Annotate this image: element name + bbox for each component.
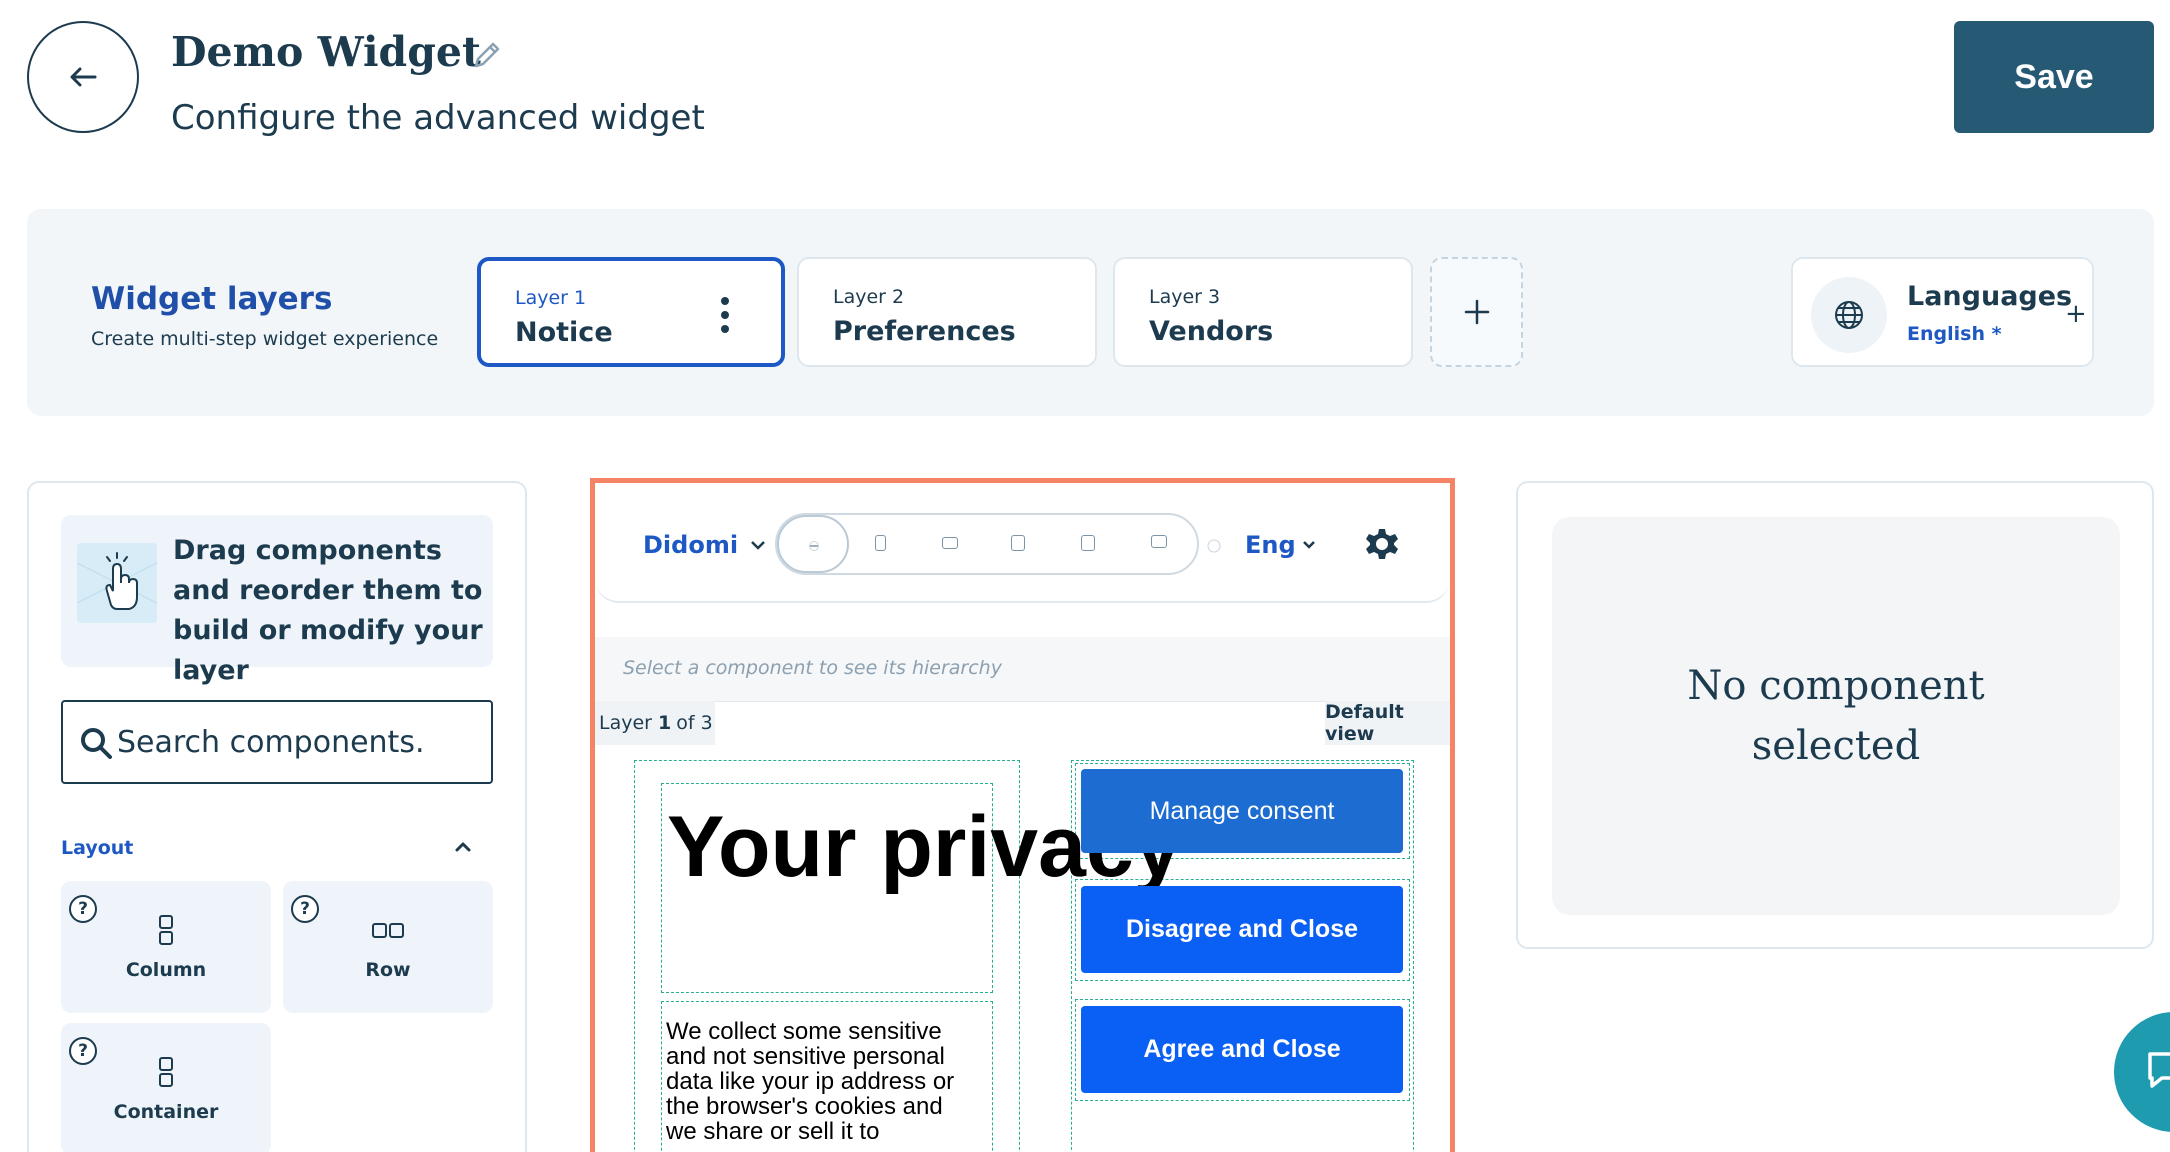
device-auto-button[interactable] xyxy=(777,515,849,573)
tablet-icon[interactable] xyxy=(1011,535,1025,551)
divider xyxy=(715,701,1325,745)
widget-layers-bar: Widget layers Create multi-step widget e… xyxy=(27,209,2154,416)
search-icon xyxy=(81,728,112,759)
layer-name: Vendors xyxy=(1149,316,1274,347)
preview-language-value: Eng xyxy=(1245,531,1296,559)
layers-title: Widget layers xyxy=(91,281,333,317)
empty-state-text: No component selected xyxy=(1687,663,1985,769)
help-icon[interactable]: ? xyxy=(291,895,319,923)
help-icon[interactable]: ? xyxy=(69,1037,97,1065)
search-input[interactable] xyxy=(117,716,477,768)
component-label: Column xyxy=(125,959,207,981)
layer-counter-suffix: of 3 xyxy=(676,712,713,734)
add-layer-button[interactable] xyxy=(1430,257,1523,367)
layer-number: Layer 2 xyxy=(833,286,905,308)
layers-subtitle: Create multi-step widget experience xyxy=(91,328,439,350)
drag-hint-card: Drag components and reorder them to buil… xyxy=(61,515,493,686)
widget-preview: Didomi Eng Select a component to see its… xyxy=(590,478,1455,1152)
page-title: Demo Widget xyxy=(171,28,481,76)
disagree-close-button[interactable]: Disagree and Close xyxy=(1081,886,1403,973)
languages-value: English * xyxy=(1907,323,2002,345)
layer-number: Layer 1 xyxy=(515,287,587,309)
component-search[interactable] xyxy=(61,700,493,784)
chevron-up-icon[interactable] xyxy=(453,837,473,857)
manage-consent-button[interactable]: Manage consent xyxy=(1081,769,1403,853)
component-container[interactable]: ? Container xyxy=(61,1023,271,1152)
minus-icon xyxy=(809,541,819,551)
help-icon[interactable] xyxy=(1207,539,1221,553)
component-label: Container xyxy=(113,1101,219,1123)
layer-tab-3[interactable]: Layer 3 Vendors xyxy=(1113,257,1413,367)
row-icon xyxy=(372,923,404,938)
chat-button[interactable] xyxy=(2114,1012,2170,1132)
chevron-down-icon xyxy=(1302,541,1315,549)
page-subtitle: Configure the advanced widget xyxy=(171,98,705,138)
drag-hint-text: Drag components and reorder them to buil… xyxy=(173,535,483,686)
theme-value: Didomi xyxy=(643,531,739,559)
arrow-left-icon xyxy=(70,67,97,87)
languages-selector[interactable]: Languages English * + xyxy=(1791,257,2094,367)
notice-body[interactable]: We collect some sensitive and not sensit… xyxy=(666,1019,966,1144)
languages-label: Languages xyxy=(1907,281,2073,312)
laptop-icon[interactable] xyxy=(1081,535,1095,551)
globe-icon xyxy=(1811,277,1887,353)
preview-toolbar: Didomi Eng xyxy=(595,483,1450,603)
chevron-down-icon xyxy=(751,541,765,550)
more-options-icon[interactable] xyxy=(721,297,729,333)
inspector-panel: No component selected xyxy=(1516,481,2154,949)
mobile-portrait-icon[interactable] xyxy=(875,535,886,551)
agree-close-button[interactable]: Agree and Close xyxy=(1081,1006,1403,1093)
desktop-icon[interactable] xyxy=(1151,535,1167,548)
plus-icon xyxy=(1464,299,1489,325)
chat-bubble-icon xyxy=(2148,1052,2170,1088)
layer-name: Preferences xyxy=(833,316,1016,347)
add-language-icon[interactable]: + xyxy=(2065,299,2087,329)
layer-counter: Layer 1 of 3 xyxy=(595,701,715,745)
gear-icon[interactable] xyxy=(1365,527,1399,561)
pencil-icon[interactable] xyxy=(468,38,504,74)
components-panel: Drag components and reorder them to buil… xyxy=(27,481,527,1152)
help-icon[interactable]: ? xyxy=(69,895,97,923)
default-view-label: Default view xyxy=(1325,701,1450,745)
layout-section-label: Layout xyxy=(61,837,134,859)
column-icon xyxy=(159,915,173,945)
hierarchy-placeholder: Select a component to see its hierarchy xyxy=(623,657,1002,679)
layer-counter-prefix: Layer xyxy=(599,712,652,734)
hierarchy-bar: Select a component to see its hierarchy xyxy=(595,637,1450,701)
device-switcher xyxy=(775,513,1199,575)
mobile-landscape-icon[interactable] xyxy=(942,537,958,549)
layer-number: Layer 3 xyxy=(1149,286,1221,308)
layer-tab-2[interactable]: Layer 2 Preferences xyxy=(797,257,1097,367)
component-column[interactable]: ? Column xyxy=(61,881,271,1013)
layer-name: Notice xyxy=(515,317,613,348)
save-button[interactable]: Save xyxy=(1954,21,2154,133)
component-row[interactable]: ? Row xyxy=(283,881,493,1013)
preview-language-select[interactable]: Eng xyxy=(1245,531,1316,559)
component-label: Row xyxy=(365,959,411,981)
layer-tab-1[interactable]: Layer 1 Notice xyxy=(477,257,785,367)
back-button[interactable] xyxy=(27,21,139,133)
container-icon xyxy=(159,1057,173,1087)
theme-select[interactable]: Didomi xyxy=(643,531,766,559)
layer-counter-current: 1 xyxy=(657,712,672,734)
empty-state: No component selected xyxy=(1552,517,2120,915)
hand-pointer-icon xyxy=(77,543,157,623)
